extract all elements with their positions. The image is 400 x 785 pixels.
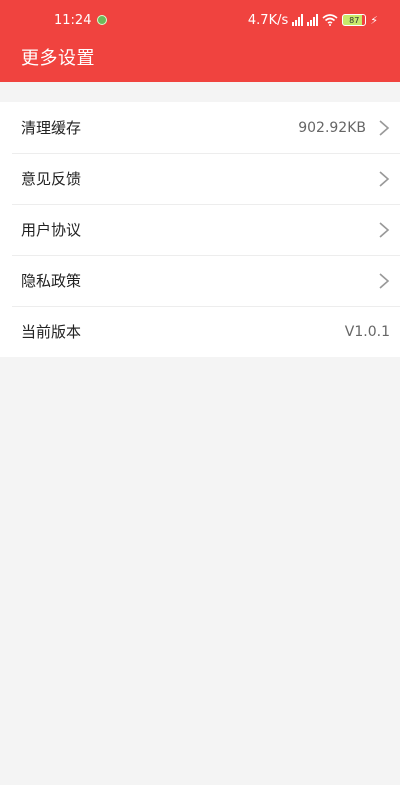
chevron-right-icon (379, 170, 390, 187)
signal-icon-2 (307, 14, 319, 26)
settings-list: 清理缓存 902.92KB 意见反馈 用户协议 隐私政策 当前版本 V1.0.1 (0, 102, 400, 357)
chevron-right-icon (379, 221, 390, 238)
settings-item-feedback[interactable]: 意见反馈 (0, 153, 400, 204)
cache-size-value: 902.92KB (298, 119, 366, 136)
chevron-right-icon (379, 119, 390, 136)
settings-item-user-agreement[interactable]: 用户协议 (0, 204, 400, 255)
network-speed: 4.7K/s (247, 12, 289, 28)
settings-item-clear-cache[interactable]: 清理缓存 902.92KB (0, 102, 400, 153)
header-bar: 11:24 4.7K/s 87 ⚡ 更多设置 (0, 0, 400, 82)
charging-icon: ⚡ (370, 13, 378, 27)
wifi-icon (322, 14, 338, 26)
battery-level: 87 (349, 15, 360, 25)
chevron-right-icon (379, 272, 390, 289)
status-time: 11:24 (54, 12, 92, 28)
signal-icon (292, 14, 304, 26)
version-value: V1.0.1 (344, 323, 390, 340)
settings-item-label: 清理缓存 (21, 119, 82, 137)
page-title: 更多设置 (21, 48, 95, 69)
notification-icon (97, 15, 108, 25)
settings-item-label: 当前版本 (21, 323, 82, 341)
settings-item-label: 意见反馈 (21, 170, 82, 188)
settings-item-privacy-policy[interactable]: 隐私政策 (0, 255, 400, 306)
settings-item-label: 用户协议 (21, 221, 82, 239)
settings-item-label: 隐私政策 (21, 272, 82, 290)
status-bar: 11:24 4.7K/s 87 ⚡ (0, 0, 400, 40)
battery-icon: 87 (342, 14, 367, 26)
settings-item-version: 当前版本 V1.0.1 (0, 306, 400, 357)
